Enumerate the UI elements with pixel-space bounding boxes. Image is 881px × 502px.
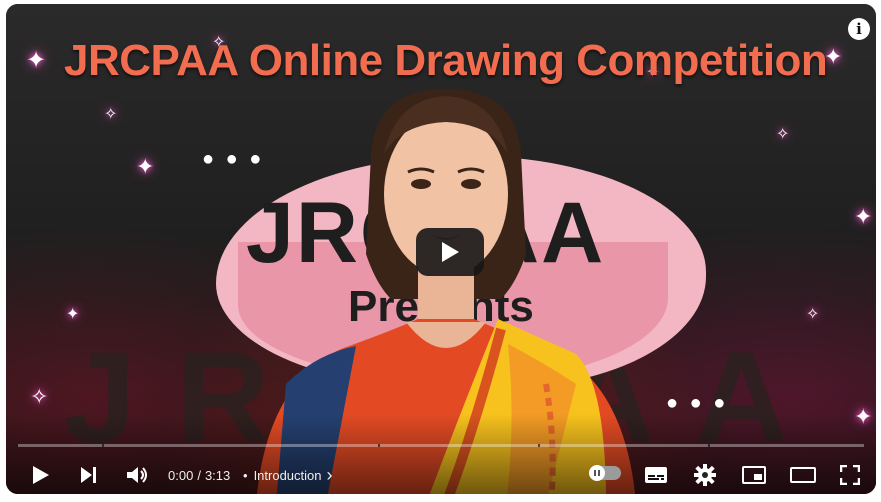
sparkle-icon: ✦ [854,204,873,229]
play-icon [33,466,49,484]
volume-icon [127,467,147,483]
chapter-marker [378,444,380,447]
sparkle-icon: ✦ [26,47,47,74]
fullscreen-button[interactable] [840,460,860,490]
current-time: 0:00 [168,467,194,483]
chapter-bullet: • [243,467,248,483]
chapter-marker [538,444,540,447]
time-separator: / [197,467,201,483]
chapter-title: Introduction [253,467,322,483]
progress-bar[interactable] [18,444,864,447]
sparkle-icon: ✦ [66,306,80,323]
gear-icon [694,464,716,486]
dots-decoration: ● ● ● [666,392,729,414]
duration: 3:13 [204,467,231,483]
play-button[interactable] [32,460,50,490]
miniplayer-button[interactable] [742,460,766,490]
sparkle-icon: ✧ [104,106,118,123]
volume-button[interactable] [126,460,150,490]
next-button[interactable] [80,460,98,490]
info-icon[interactable]: i [848,18,870,40]
big-play-icon [442,242,459,262]
chevron-right-icon: › [326,464,333,485]
sparkle-icon: ✧ [776,126,790,143]
video-headline: JRCPAA Online Drawing Competition [64,36,828,85]
sparkle-icon: ✧ [30,384,49,409]
sparkle-icon: ✦ [136,154,155,179]
video-player[interactable]: JRCPAA JRCPAA Presents ● ● ● ● ● ● ✦ ✧ ✦… [6,4,876,494]
subtitles-icon [645,467,667,483]
time-display: 0:00 / 3:13 [168,460,230,490]
chapter-marker [102,444,104,447]
chapter-button[interactable]: • Introduction › [243,460,333,490]
sparkle-icon: ✧ [806,306,820,323]
theater-mode-icon [790,467,816,483]
theater-mode-button[interactable] [790,460,816,490]
miniplayer-icon [742,466,766,484]
settings-button[interactable] [694,460,716,490]
skip-next-icon [81,467,96,483]
big-play-button[interactable] [416,228,484,276]
autoplay-toggle[interactable] [589,465,621,481]
fullscreen-icon [840,465,860,485]
autoplay-toggle-icon [589,465,605,481]
chapter-marker [708,444,710,447]
subtitles-button[interactable] [644,460,668,490]
